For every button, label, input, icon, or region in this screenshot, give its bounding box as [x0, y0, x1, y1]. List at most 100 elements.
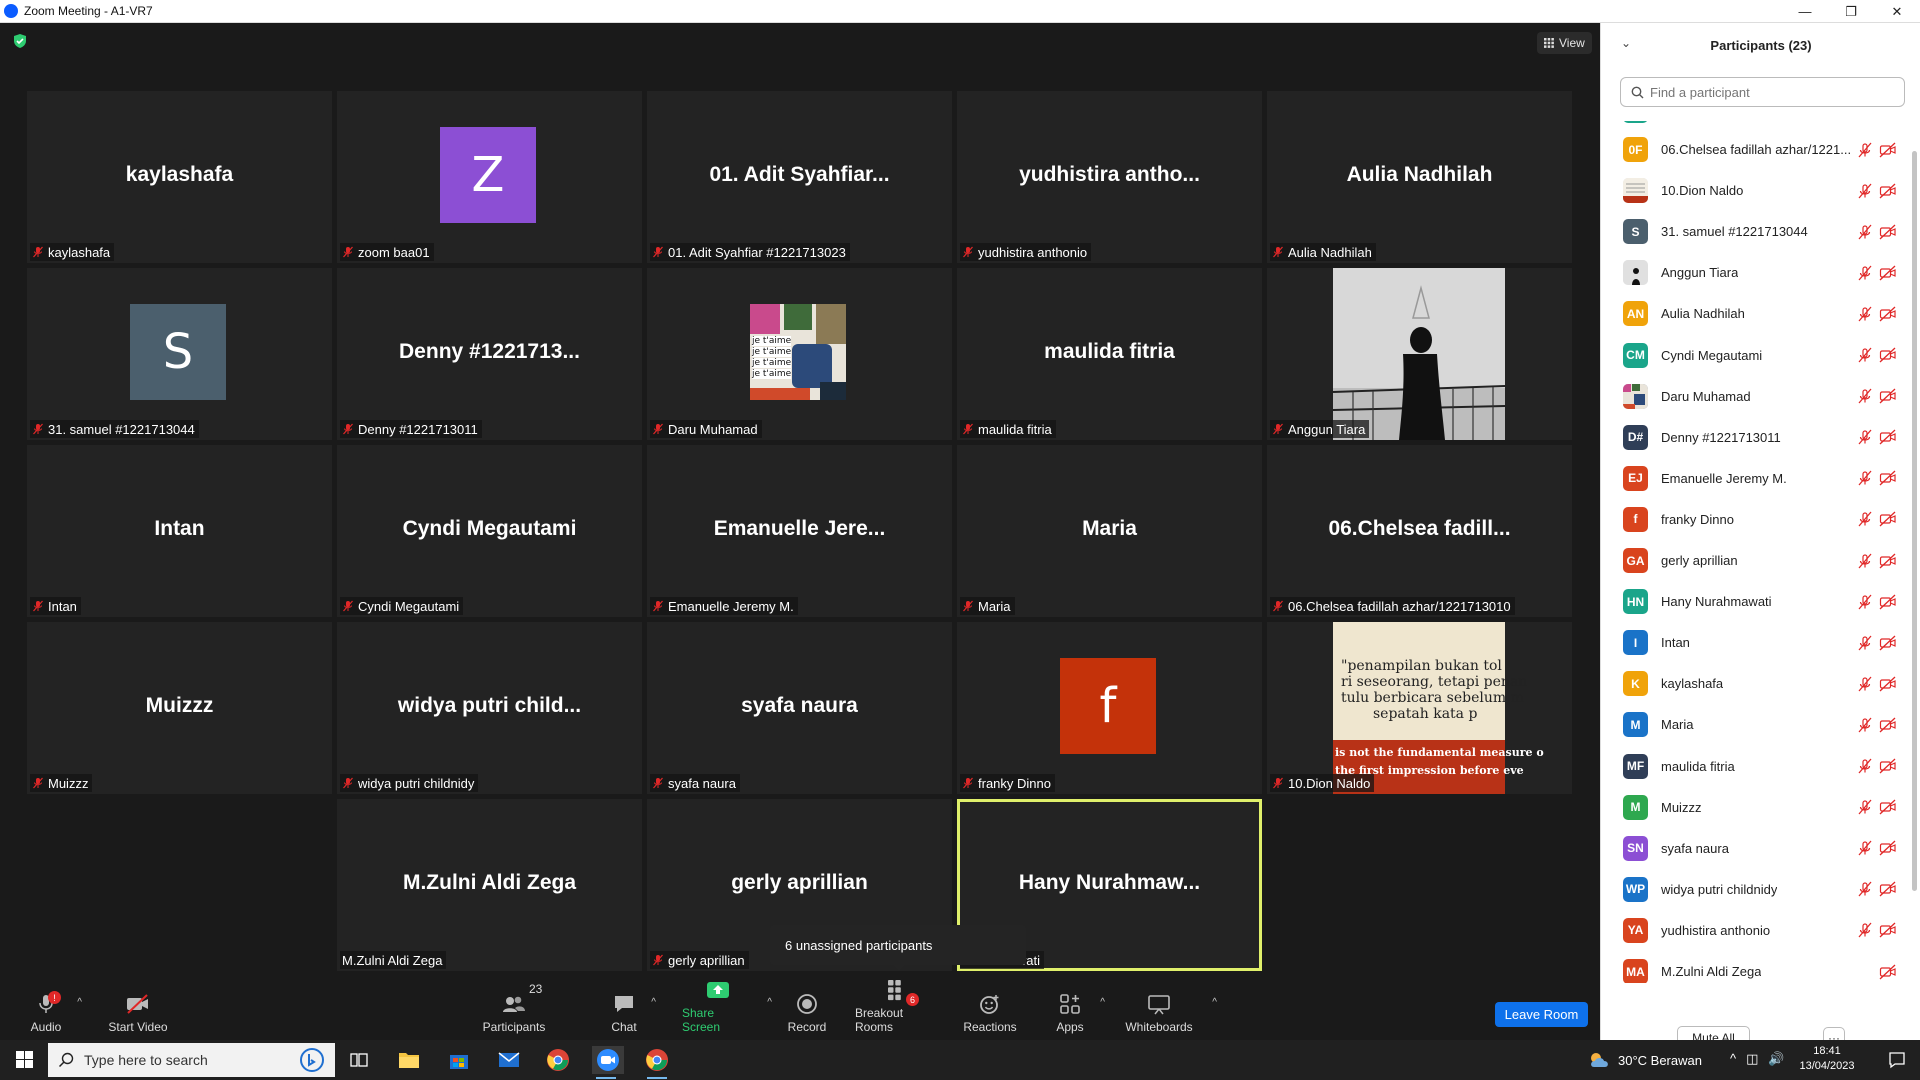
participant-video-tile[interactable]: 01. Adit Syahfiar... 01. Adit Syahfiar #1… — [647, 91, 952, 263]
mail-icon[interactable] — [495, 1046, 523, 1074]
volume-icon[interactable]: 🔊 — [1768, 1051, 1784, 1067]
whiteboards-button[interactable]: Whiteboards ^ — [1125, 979, 1217, 1040]
participant-video-tile[interactable]: Muizzz Muizzz — [27, 622, 332, 794]
show-hidden-icons-chevron[interactable]: ^ — [1730, 1051, 1736, 1067]
participant-video-tile[interactable]: Zzoom baa01 — [337, 91, 642, 263]
encryption-shield-icon[interactable] — [12, 33, 28, 49]
muted-microphone-icon[interactable] — [1857, 717, 1873, 733]
muted-microphone-icon[interactable] — [1857, 594, 1873, 610]
participant-video-tile[interactable]: f franky Dinno — [957, 622, 1262, 794]
participant-list-item[interactable]: EJ Emanuelle Jeremy M. — [1601, 458, 1911, 499]
apps-options-caret[interactable]: ^ — [1100, 997, 1105, 1008]
participant-video-tile[interactable]: Cyndi Megautami Cyndi Megautami — [337, 445, 642, 617]
zoom-taskbar-icon[interactable] — [592, 1046, 624, 1079]
participant-video-tile[interactable]: M.Zulni Aldi Zega M.Zulni Aldi Zega — [337, 799, 642, 971]
muted-microphone-icon[interactable] — [1857, 553, 1873, 569]
video-off-icon[interactable] — [1879, 265, 1897, 281]
participant-video-tile[interactable]: Emanuelle Jere... Emanuelle Jeremy M. — [647, 445, 952, 617]
participant-video-tile[interactable]: Denny #1221713... Denny #1221713011 — [337, 268, 642, 440]
muted-microphone-icon[interactable] — [1857, 347, 1873, 363]
participant-list-item[interactable]: WP widya putri childnidy — [1601, 869, 1911, 910]
muted-microphone-icon[interactable] — [1857, 306, 1873, 322]
video-off-icon[interactable] — [1879, 758, 1897, 774]
video-off-icon[interactable] — [1879, 511, 1897, 527]
muted-microphone-icon[interactable] — [1857, 470, 1873, 486]
record-button[interactable]: Record — [787, 979, 827, 1040]
video-off-icon[interactable] — [1879, 470, 1897, 486]
video-off-icon[interactable] — [1879, 306, 1897, 322]
maximize-button[interactable]: ❐ — [1828, 0, 1874, 23]
muted-microphone-icon[interactable] — [1857, 429, 1873, 445]
participants-button[interactable]: 23 Participants — [481, 979, 547, 1040]
muted-microphone-icon[interactable] — [1857, 881, 1873, 897]
participant-video-tile[interactable]: S 31. samuel #1221713044 — [27, 268, 332, 440]
participant-video-tile[interactable]: Aulia Nadhilah Aulia Nadhilah — [1267, 91, 1572, 263]
participant-list-item[interactable]: Daru Muhamad — [1601, 376, 1911, 417]
participant-list-item[interactable]: MA M.Zulni Aldi Zega — [1601, 951, 1911, 983]
view-button[interactable]: View — [1537, 32, 1592, 54]
participant-list-item[interactable]: AN Aulia Nadhilah — [1601, 293, 1911, 334]
whiteboards-options-caret[interactable]: ^ — [1212, 997, 1217, 1008]
muted-microphone-icon[interactable] — [1857, 840, 1873, 856]
participant-list-item[interactable]: Kkaylashafa — [1601, 663, 1911, 704]
video-off-icon[interactable] — [1879, 553, 1897, 569]
muted-microphone-icon[interactable] — [1857, 142, 1873, 158]
chat-button[interactable]: Chat ^ — [608, 979, 656, 1040]
participant-list-item[interactable]: SN syafa naura — [1601, 828, 1911, 869]
video-off-icon[interactable] — [1879, 840, 1897, 856]
video-off-icon[interactable] — [1879, 224, 1897, 240]
muted-microphone-icon[interactable] — [1857, 922, 1873, 938]
participant-list-item[interactable]: 10.Dion Naldo — [1601, 170, 1911, 211]
participant-list-item[interactable]: S 31. samuel #1221713044 — [1601, 211, 1911, 252]
participant-list-item[interactable]: HN Hany Nurahmawati — [1601, 581, 1911, 622]
video-off-icon[interactable] — [1879, 388, 1897, 404]
network-icon[interactable]: ◫ — [1746, 1051, 1758, 1067]
chrome-active-icon[interactable] — [643, 1046, 671, 1079]
participant-list-item[interactable]: Anggun Tiara — [1601, 252, 1911, 293]
task-view-icon[interactable] — [345, 1046, 373, 1074]
video-off-icon[interactable] — [1879, 881, 1897, 897]
participant-search-input[interactable] — [1650, 84, 1880, 100]
taskbar-clock[interactable]: 18:41 13/04/2023 — [1792, 1044, 1862, 1074]
participant-video-tile[interactable]: yudhistira antho... yudhistira anthonio — [957, 91, 1262, 263]
audio-options-caret[interactable]: ^ — [77, 997, 82, 1008]
start-video-button[interactable]: Start Video — [108, 979, 168, 1040]
muted-microphone-icon[interactable] — [1857, 183, 1873, 199]
video-off-icon[interactable] — [1879, 964, 1897, 980]
muted-microphone-icon[interactable] — [1857, 511, 1873, 527]
taskbar-search-box[interactable]: Type here to search — [48, 1043, 335, 1077]
muted-microphone-icon[interactable] — [1857, 758, 1873, 774]
participant-video-tile[interactable]: widya putri child... widya putri childnid… — [337, 622, 642, 794]
breakout-rooms-button[interactable]: 6 Breakout Rooms — [855, 979, 941, 1040]
scrollbar-thumb[interactable] — [1912, 151, 1917, 891]
video-off-icon[interactable] — [1879, 429, 1897, 445]
bing-icon[interactable] — [299, 1047, 325, 1073]
participant-list-item[interactable]: YA yudhistira anthonio — [1601, 910, 1911, 951]
participant-video-tile[interactable]: kaylashafa kaylashafa — [27, 91, 332, 263]
participant-list-item[interactable]: D# Denny #1221713011 — [1601, 417, 1911, 458]
apps-button[interactable]: Apps ^ — [1055, 979, 1105, 1040]
video-off-icon[interactable] — [1879, 922, 1897, 938]
participant-search-box[interactable] — [1620, 77, 1905, 107]
minimize-button[interactable]: — — [1782, 0, 1828, 23]
participant-list-item[interactable]: M Muizzz — [1601, 787, 1911, 828]
muted-microphone-icon[interactable] — [1857, 224, 1873, 240]
file-explorer-icon[interactable] — [395, 1046, 423, 1074]
close-window-button[interactable]: ✕ — [1874, 0, 1920, 23]
windows-start-icon[interactable] — [8, 1050, 42, 1070]
participant-video-tile[interactable]: Intan Intan — [27, 445, 332, 617]
participant-video-tile[interactable]: Maria Maria — [957, 445, 1262, 617]
audio-button[interactable]: ! Audio ^ — [26, 979, 82, 1040]
muted-microphone-icon[interactable] — [1857, 635, 1873, 651]
share-options-caret[interactable]: ^ — [767, 997, 772, 1008]
microsoft-store-icon[interactable] — [445, 1046, 473, 1074]
video-off-icon[interactable] — [1879, 799, 1897, 815]
participant-video-tile[interactable]: maulida fitria maulida fitria — [957, 268, 1262, 440]
video-off-icon[interactable] — [1879, 676, 1897, 692]
chat-options-caret[interactable]: ^ — [651, 997, 656, 1008]
muted-microphone-icon[interactable] — [1857, 799, 1873, 815]
participant-video-tile[interactable]: Anggun Tiara — [1267, 268, 1572, 440]
muted-microphone-icon[interactable] — [1857, 265, 1873, 281]
muted-microphone-icon[interactable] — [1857, 676, 1873, 692]
video-off-icon[interactable] — [1879, 594, 1897, 610]
